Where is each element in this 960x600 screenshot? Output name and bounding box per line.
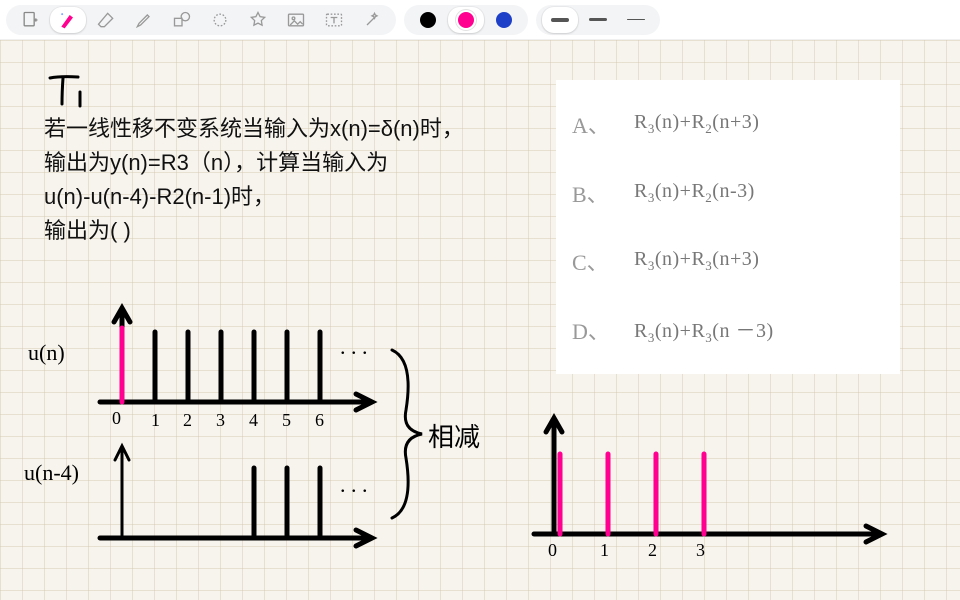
eraser-tool[interactable] xyxy=(88,7,124,33)
stroke-icon xyxy=(589,18,607,21)
svg-text:1: 1 xyxy=(151,410,160,430)
color-magenta[interactable] xyxy=(448,7,484,33)
un-label: u(n) xyxy=(28,340,65,365)
svg-text:5: 5 xyxy=(282,410,291,430)
svg-text:0: 0 xyxy=(112,408,121,428)
stroke-thin[interactable] xyxy=(618,7,654,33)
svg-text:4: 4 xyxy=(249,410,258,430)
color-blue[interactable] xyxy=(486,7,522,33)
svg-text:. . .: . . . xyxy=(340,334,368,359)
svg-text:6: 6 xyxy=(315,410,324,430)
svg-text:. . .: . . . xyxy=(340,472,368,497)
color-dot-icon xyxy=(496,12,512,28)
toolbar xyxy=(0,0,960,40)
stroke-medium[interactable] xyxy=(580,7,616,33)
magic-wand-tool[interactable] xyxy=(354,7,390,33)
text-tool[interactable] xyxy=(316,7,352,33)
lasso-tool[interactable] xyxy=(202,7,238,33)
insert-page-tool[interactable] xyxy=(12,7,48,33)
svg-text:3: 3 xyxy=(696,540,705,560)
color-dot-icon xyxy=(458,12,474,28)
note-canvas[interactable]: 若一线性移不变系统当输入为x(n)=δ(n)时， 输出为y(n)=R3（n），计… xyxy=(0,40,960,600)
handwriting-layer: .bk { stroke:#000; stroke-width:5; strok… xyxy=(0,40,960,600)
color-group xyxy=(404,5,528,35)
pen-icon xyxy=(58,10,78,30)
stroke-group xyxy=(536,5,660,35)
svg-text:1: 1 xyxy=(600,540,609,560)
highlighter-tool[interactable] xyxy=(126,7,162,33)
stroke-thick[interactable] xyxy=(542,7,578,33)
pen-tool[interactable] xyxy=(50,7,86,33)
svg-text:2: 2 xyxy=(648,540,657,560)
stroke-icon xyxy=(551,18,569,22)
subtract-note: 相减 xyxy=(428,423,480,452)
color-black[interactable] xyxy=(410,7,446,33)
color-dot-icon xyxy=(420,12,436,28)
stroke-icon xyxy=(627,19,645,21)
sticker-tool[interactable] xyxy=(240,7,276,33)
svg-text:2: 2 xyxy=(183,410,192,430)
tool-group xyxy=(6,5,396,35)
svg-text:0: 0 xyxy=(548,540,557,560)
svg-text:3: 3 xyxy=(216,410,225,430)
un4-label: u(n-4) xyxy=(24,460,79,485)
shapes-tool[interactable] xyxy=(164,7,200,33)
image-tool[interactable] xyxy=(278,7,314,33)
